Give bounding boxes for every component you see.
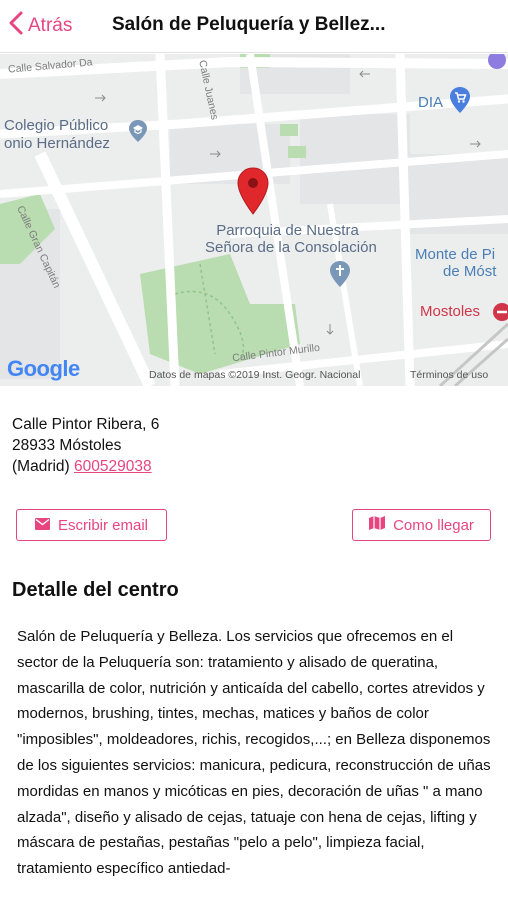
address-line2: 28933 Móstoles bbox=[12, 437, 122, 454]
poi-monte: Monte de Pi de Móst bbox=[415, 246, 496, 280]
google-logo: Google bbox=[7, 356, 80, 382]
poi-parroquia: Parroquia de Nuestra Señora de la Consol… bbox=[205, 222, 377, 256]
poi-colegio-line2: onio Hernández bbox=[4, 135, 110, 152]
address-block: Calle Pintor Ribera, 6 28933 Móstoles (M… bbox=[12, 414, 159, 477]
poi-colegio: Colegio Público onio Hernández bbox=[4, 117, 110, 153]
section-title-detail: Detalle del centro bbox=[12, 579, 179, 601]
poi-monte-line1: Monte de Pi bbox=[415, 246, 496, 263]
poi-colegio-line1: Colegio Público bbox=[4, 117, 109, 134]
phone-link[interactable]: 600529038 bbox=[74, 458, 152, 475]
address-line3: (Madrid) 600529038 bbox=[12, 456, 159, 477]
location-pin-icon[interactable] bbox=[236, 167, 270, 220]
location-map[interactable]: Calle Salvador Da Calle Juanes Calle Gra… bbox=[0, 54, 508, 386]
google-logo-text: Google bbox=[7, 356, 80, 381]
map-icon bbox=[369, 516, 393, 534]
poi-monte-line2: de Móst bbox=[443, 263, 497, 280]
map-terms-link[interactable]: Términos de uso bbox=[410, 369, 488, 381]
email-button-label: Escribir email bbox=[57, 516, 148, 534]
back-button[interactable]: Atrás bbox=[8, 10, 72, 42]
poi-dia: DIA bbox=[418, 94, 444, 111]
envelope-icon bbox=[34, 517, 58, 534]
shopping-cart-icon bbox=[448, 86, 472, 119]
poi-parroquia-line1: Parroquia de Nuestra bbox=[216, 222, 359, 239]
directions-button[interactable]: Como llegar bbox=[352, 509, 491, 541]
top-bar: Atrás Salón de Peluquería y Bellez... bbox=[0, 0, 508, 53]
poi-mostoles: Mostoles bbox=[420, 303, 481, 320]
chevron-left-icon bbox=[8, 11, 28, 41]
poi-marker-icon bbox=[486, 54, 508, 77]
center-description: Salón de Peluquería y Belleza. Los servi… bbox=[17, 628, 491, 878]
poi-parroquia-line2: Señora de la Consolación bbox=[205, 239, 377, 256]
train-station-icon bbox=[492, 302, 508, 327]
map-attribution: Datos de mapas ©2019 Inst. Geogr. Nacion… bbox=[149, 369, 361, 381]
email-button[interactable]: Escribir email bbox=[16, 509, 167, 541]
address-region: (Madrid) bbox=[12, 458, 70, 475]
back-label: Atrás bbox=[28, 15, 73, 36]
page-title: Salón de Peluquería y Bellez... bbox=[112, 14, 386, 35]
church-icon bbox=[329, 260, 351, 293]
address-line1: Calle Pintor Ribera, 6 bbox=[12, 416, 160, 433]
school-icon bbox=[128, 119, 148, 148]
directions-button-label: Como llegar bbox=[393, 516, 474, 534]
